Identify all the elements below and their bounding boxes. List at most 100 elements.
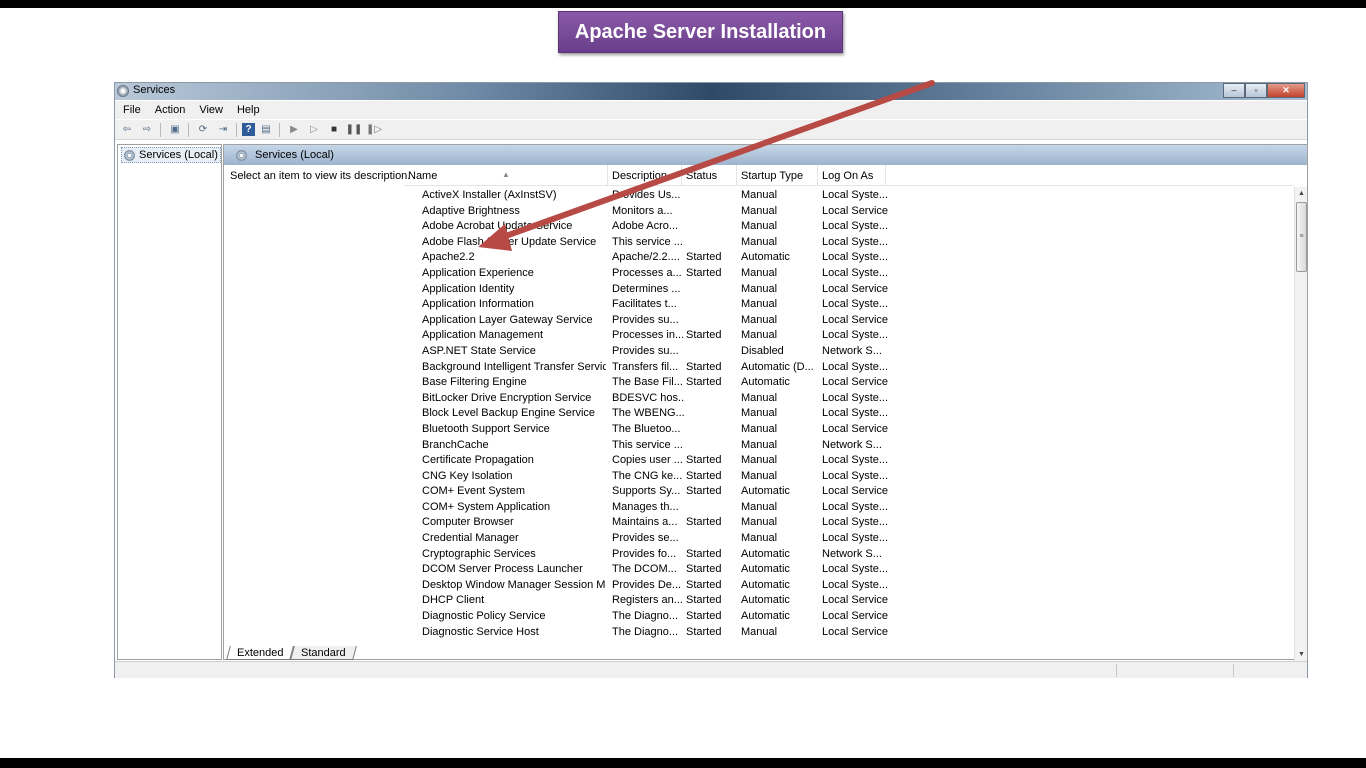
services-window: Services – ▫ ✕ File Action View Help ⇦ ⇨… bbox=[114, 82, 1308, 678]
service-description: Registers an... bbox=[612, 594, 683, 607]
table-row[interactable]: Application Layer Gateway Service Provide… bbox=[408, 313, 1294, 329]
service-description: Provides Us... bbox=[612, 189, 681, 201]
service-startup-type: Manual bbox=[741, 189, 778, 201]
menu-file[interactable]: File bbox=[123, 104, 141, 116]
table-row[interactable]: DHCP Client Registers an... Started Automat… bbox=[408, 593, 1294, 609]
service-description: This service ... bbox=[612, 438, 683, 451]
scroll-thumb[interactable]: ≡ bbox=[1296, 202, 1307, 272]
menu-help[interactable]: Help bbox=[237, 104, 260, 116]
table-row[interactable]: COM+ System Application Manages th... Manu… bbox=[408, 500, 1294, 516]
scroll-up-icon[interactable]: ▲ bbox=[1295, 187, 1308, 200]
table-row[interactable]: BranchCache This service ... Manual Network… bbox=[408, 438, 1294, 454]
service-status: Started bbox=[686, 578, 722, 591]
menu-action[interactable]: Action bbox=[155, 104, 186, 116]
service-startup-type: Automatic bbox=[741, 547, 790, 560]
service-startup-type: Automatic bbox=[741, 563, 790, 576]
toolbar: ⇦ ⇨ ▣ ⟳ ⇥ ? ▤ ▶ ▷ ■ ❚❚ ❚▷ bbox=[115, 120, 1307, 140]
service-log-on-as: Local Syste... bbox=[822, 516, 889, 529]
service-status: Started bbox=[686, 516, 722, 529]
maximize-button[interactable]: ▫ bbox=[1245, 83, 1267, 98]
table-row[interactable]: Credential Manager Provides se... Manual Lo… bbox=[408, 531, 1294, 547]
tab-standard-label: Standard bbox=[301, 647, 347, 659]
column-header-name[interactable]: Name ▲ bbox=[404, 165, 608, 186]
service-startup-type: Manual bbox=[741, 282, 778, 295]
title-bar[interactable]: Services – ▫ ✕ bbox=[115, 83, 1307, 100]
top-letterbox bbox=[0, 0, 1366, 8]
table-row[interactable]: ActiveX Installer (AxInstSV) Provides Us.… bbox=[408, 188, 1294, 204]
vertical-scrollbar[interactable]: ▲ ≡ ▼ bbox=[1294, 187, 1307, 661]
menu-view[interactable]: View bbox=[199, 104, 223, 116]
service-description: Provides fo... bbox=[612, 547, 677, 560]
close-button[interactable]: ✕ bbox=[1267, 83, 1305, 98]
table-row[interactable]: Application Information Facilitates t... M… bbox=[408, 297, 1294, 313]
restart-service-icon[interactable]: ❚▷ bbox=[365, 122, 383, 138]
table-row[interactable]: Diagnostic Service Host The Diagno... Star… bbox=[408, 625, 1294, 641]
help-icon[interactable]: ? bbox=[242, 123, 255, 136]
service-log-on-as: Local Syste... bbox=[822, 532, 889, 545]
service-name: Apache2.2 bbox=[422, 251, 475, 264]
table-row[interactable]: Desktop Window Manager Session M... Provi… bbox=[408, 578, 1294, 594]
table-row[interactable]: Apache2.2 Apache/2.2.... Started Automatic L… bbox=[408, 250, 1294, 266]
service-log-on-as: Local Syste... bbox=[822, 578, 889, 591]
table-row[interactable]: Adobe Flash Player Update Service This se… bbox=[408, 235, 1294, 251]
service-name: Diagnostic Policy Service bbox=[422, 610, 546, 623]
table-row[interactable]: Base Filtering Engine The Base Fil... Star… bbox=[408, 375, 1294, 391]
start-service-alt-icon[interactable]: ▷ bbox=[305, 122, 323, 138]
start-service-icon[interactable]: ▶ bbox=[285, 122, 303, 138]
table-row[interactable]: Application Identity Determines ... Manual… bbox=[408, 282, 1294, 298]
table-row[interactable]: Background Intelligent Transfer Service T… bbox=[408, 360, 1294, 376]
forward-icon[interactable]: ⇨ bbox=[138, 122, 156, 138]
service-description: The Base Fil... bbox=[612, 376, 683, 389]
service-startup-type: Manual bbox=[741, 454, 778, 467]
table-row[interactable]: COM+ Event System Supports Sy... Started Au… bbox=[408, 484, 1294, 500]
show-hide-tree-icon[interactable]: ▣ bbox=[166, 122, 184, 138]
table-row[interactable]: Application Management Processes in... Sta… bbox=[408, 328, 1294, 344]
minimize-button[interactable]: – bbox=[1223, 83, 1245, 98]
toolbar-separator bbox=[188, 122, 190, 137]
service-startup-type: Manual bbox=[741, 235, 778, 248]
service-name: Block Level Backup Engine Service bbox=[422, 407, 596, 420]
refresh-icon[interactable]: ⟳ bbox=[194, 122, 212, 138]
service-startup-type: Automatic bbox=[741, 594, 790, 607]
table-row[interactable]: CNG Key Isolation The CNG ke... Started Man… bbox=[408, 469, 1294, 485]
table-row[interactable]: DCOM Server Process Launcher The DCOM... S… bbox=[408, 562, 1294, 578]
services-app-icon bbox=[117, 85, 129, 97]
stop-service-icon[interactable]: ■ bbox=[325, 122, 343, 138]
tab-extended[interactable]: Extended bbox=[226, 646, 295, 660]
table-row[interactable]: Bluetooth Support Service The Bluetoo... M… bbox=[408, 422, 1294, 438]
table-row[interactable]: Block Level Backup Engine Service The WBE… bbox=[408, 406, 1294, 422]
service-startup-type: Manual bbox=[741, 532, 778, 545]
service-description: Determines ... bbox=[612, 282, 681, 295]
back-icon[interactable]: ⇦ bbox=[118, 122, 136, 138]
tab-extended-label: Extended bbox=[237, 647, 284, 659]
service-status: Started bbox=[686, 485, 722, 498]
table-row[interactable]: Application Experience Processes a... Star… bbox=[408, 266, 1294, 282]
column-header-log-on-as[interactable]: Log On As bbox=[818, 165, 886, 186]
table-row[interactable]: BitLocker Drive Encryption Service BDESVC… bbox=[408, 391, 1294, 407]
service-startup-type: Automatic bbox=[741, 376, 790, 389]
service-name: BranchCache bbox=[422, 438, 489, 451]
table-row[interactable]: Computer Browser Maintains a... Started Man… bbox=[408, 515, 1294, 531]
service-description: Manages th... bbox=[612, 500, 679, 513]
service-description: Transfers fil... bbox=[612, 360, 679, 373]
tree-item-services-local[interactable]: Services (Local) bbox=[121, 147, 221, 163]
pause-service-icon[interactable]: ❚❚ bbox=[345, 122, 363, 138]
service-name: Computer Browser bbox=[422, 516, 514, 529]
table-row[interactable]: Adaptive Brightness Monitors a... Manual Lo… bbox=[408, 204, 1294, 220]
tab-standard[interactable]: Standard bbox=[290, 646, 358, 660]
table-row[interactable]: Diagnostic Policy Service The Diagno... St… bbox=[408, 609, 1294, 625]
service-startup-type: Manual bbox=[741, 220, 778, 233]
export-icon[interactable]: ⇥ bbox=[214, 122, 232, 138]
table-row[interactable]: Adobe Acrobat Update Service Adobe Acro..… bbox=[408, 219, 1294, 235]
table-row[interactable]: Cryptographic Services Provides fo... Star… bbox=[408, 547, 1294, 563]
column-header-startup-type[interactable]: Startup Type bbox=[737, 165, 818, 186]
sort-ascending-icon: ▲ bbox=[502, 170, 510, 179]
service-status: Started bbox=[686, 360, 722, 373]
table-row[interactable]: Certificate Propagation Copies user ... St… bbox=[408, 453, 1294, 469]
column-header-status[interactable]: Status bbox=[682, 165, 737, 186]
column-header-description[interactable]: Description bbox=[608, 165, 682, 186]
column-header-name-label: Name bbox=[408, 170, 438, 182]
properties-icon[interactable]: ▤ bbox=[257, 122, 275, 138]
scroll-down-icon[interactable]: ▼ bbox=[1295, 648, 1308, 661]
table-row[interactable]: ASP.NET State Service Provides su... Disab… bbox=[408, 344, 1294, 360]
